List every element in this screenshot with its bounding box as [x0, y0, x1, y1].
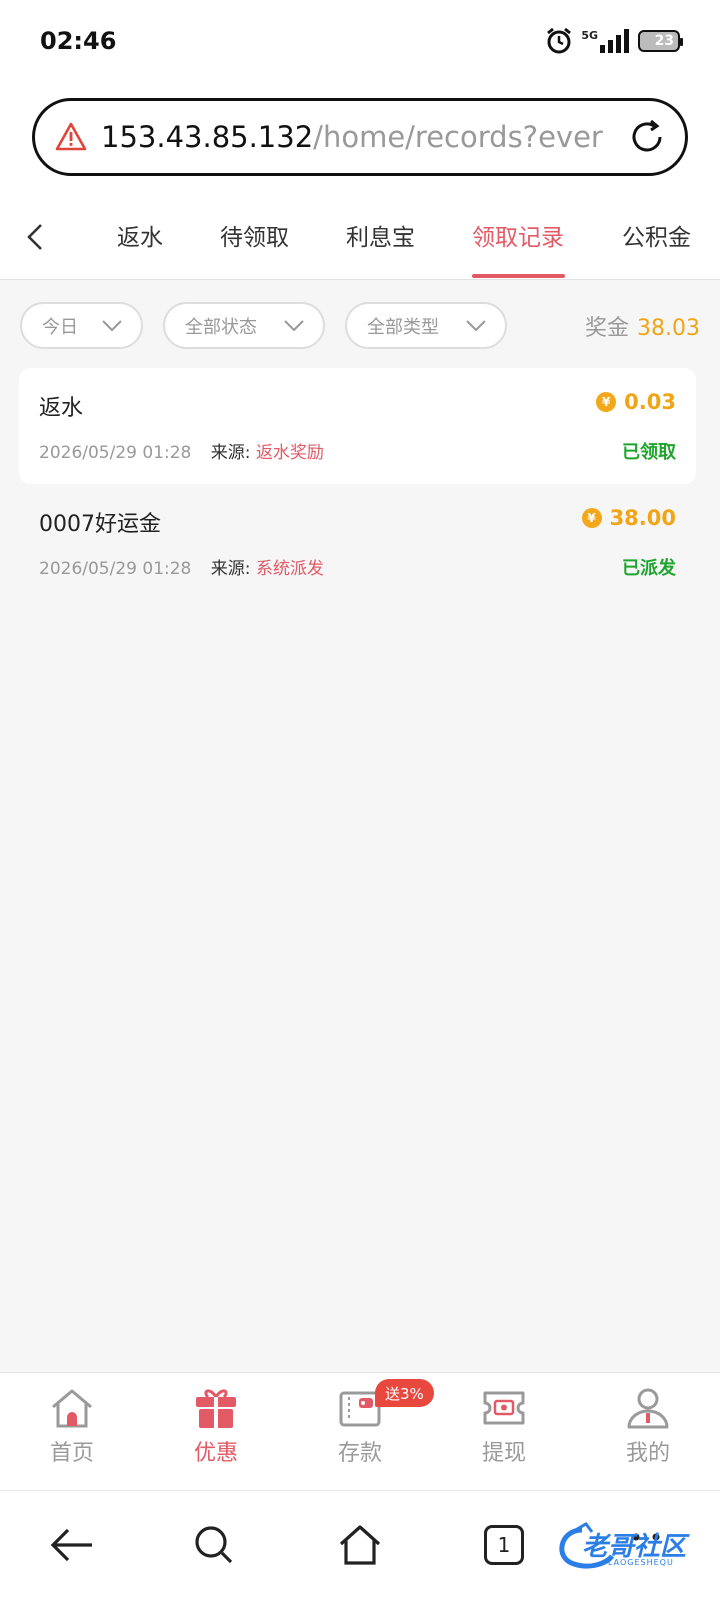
nav-deposit-label: 存款 — [337, 1441, 382, 1466]
status-filter[interactable]: 全部状态 — [163, 302, 325, 349]
tab-count: 1 — [484, 1525, 524, 1565]
category-tabs: 返水 待领取 利息宝 领取记录 公积金 — [0, 194, 720, 280]
home-icon — [52, 1389, 92, 1428]
watermark-logo: 老哥社区 LAOGESHEQU — [552, 1522, 708, 1572]
browser-toolbar: 153.43.85.132/home/records?ever — [0, 82, 720, 194]
deposit-badge: 送3% — [375, 1379, 434, 1407]
record-meta: 2026/05/29 01:28 来源: 系统派发 — [39, 554, 324, 579]
browser-back-button[interactable] — [46, 1519, 98, 1571]
nav-profile-label: 我的 — [625, 1441, 670, 1466]
date-filter[interactable]: 今日 — [20, 302, 143, 349]
back-button[interactable] — [18, 220, 52, 254]
battery-icon: 23 — [638, 30, 683, 52]
battery-level: 23 — [654, 33, 675, 49]
date-filter-label: 今日 — [42, 316, 78, 338]
bottom-nav: 首页 优惠 存款 送3% 提现 我的 — [0, 1372, 720, 1490]
record-amount: ¥ 0.03 — [596, 390, 676, 414]
gift-icon — [196, 1389, 236, 1428]
type-filter[interactable]: 全部类型 — [345, 302, 507, 349]
browser-home-button[interactable] — [334, 1519, 386, 1571]
arrow-left-icon — [50, 1528, 92, 1562]
chevron-down-icon — [466, 319, 486, 331]
nav-home[interactable]: 首页 — [22, 1387, 122, 1467]
url-host: 153.43.85.132 — [101, 120, 314, 154]
signal-icon — [600, 29, 629, 53]
active-tab-indicator — [472, 274, 565, 278]
status-time: 02:46 — [40, 27, 117, 55]
tab-dailingqu[interactable]: 待领取 — [220, 218, 289, 252]
url-text[interactable]: 153.43.85.132/home/records?ever — [101, 120, 613, 154]
record-amount: ¥ 38.00 — [581, 506, 676, 530]
record-title: 0007好运金 — [39, 512, 161, 537]
reload-icon[interactable] — [627, 117, 667, 157]
tab-lixibao[interactable]: 利息宝 — [346, 218, 415, 252]
chevron-down-icon — [284, 319, 304, 331]
type-filter-label: 全部类型 — [367, 316, 439, 338]
search-icon — [195, 1526, 233, 1564]
nav-withdraw[interactable]: 提现 — [454, 1387, 554, 1467]
tab-fanshui[interactable]: 返水 — [117, 218, 163, 252]
record-source: 返水奖励 — [255, 443, 324, 463]
chevron-left-icon — [27, 224, 42, 250]
record-item[interactable]: 0007好运金 ¥ 38.00 2026/05/29 01:28 来源: 系统派… — [19, 484, 696, 600]
nav-home-label: 首页 — [49, 1441, 94, 1466]
nav-profile[interactable]: 我的 — [598, 1387, 698, 1467]
record-item[interactable]: 返水 ¥ 0.03 2026/05/29 01:28 来源: 返水奖励 已领取 — [19, 368, 696, 484]
url-path: /home/records?ever — [313, 120, 603, 154]
status-bar: 02:46 5G 23 — [0, 0, 720, 82]
record-source: 系统派发 — [255, 559, 324, 579]
record-time: 2026/05/29 01:28 — [39, 559, 192, 579]
bonus-value: 38.03 — [637, 316, 700, 341]
ticket-icon — [483, 1391, 525, 1425]
coin-icon: ¥ — [581, 508, 602, 528]
coin-icon: ¥ — [596, 392, 617, 412]
browser-tabs-button[interactable]: 1 — [478, 1519, 530, 1571]
record-amount-value: 38.00 — [609, 506, 676, 530]
record-status: 已派发 — [622, 558, 676, 579]
chevron-down-icon — [102, 319, 122, 331]
nav-withdraw-label: 提现 — [481, 1441, 526, 1466]
record-amount-value: 0.03 — [624, 390, 676, 414]
status-icons: 5G 23 — [545, 27, 683, 55]
user-icon — [627, 1388, 669, 1429]
bonus-total: 奖金 38.03 — [585, 310, 700, 342]
bonus-label: 奖金 — [585, 316, 630, 341]
record-time: 2026/05/29 01:28 — [39, 443, 192, 463]
network-type: 5G — [581, 28, 598, 42]
record-status: 已领取 — [622, 442, 676, 463]
nav-promotions[interactable]: 优惠 — [166, 1387, 266, 1467]
warning-icon[interactable] — [55, 122, 87, 152]
url-bar[interactable]: 153.43.85.132/home/records?ever — [32, 98, 688, 176]
alarm-icon — [547, 27, 572, 54]
record-source-label: 来源: — [210, 443, 251, 463]
tab-gongjijin[interactable]: 公积金 — [622, 218, 691, 252]
home-icon — [339, 1525, 381, 1565]
record-meta: 2026/05/29 01:28 来源: 返水奖励 — [39, 438, 324, 463]
filter-row: 今日 全部状态 全部类型 奖金 38.03 — [0, 280, 720, 366]
tab-lingqu-jilu[interactable]: 领取记录 — [472, 218, 564, 252]
record-source-label: 来源: — [210, 559, 251, 579]
watermark-subtext: LAOGESHEQU — [608, 1558, 674, 1567]
status-filter-label: 全部状态 — [185, 316, 257, 338]
nav-promotions-label: 优惠 — [193, 1441, 238, 1466]
record-title: 返水 — [39, 396, 84, 421]
browser-search-button[interactable] — [188, 1519, 240, 1571]
